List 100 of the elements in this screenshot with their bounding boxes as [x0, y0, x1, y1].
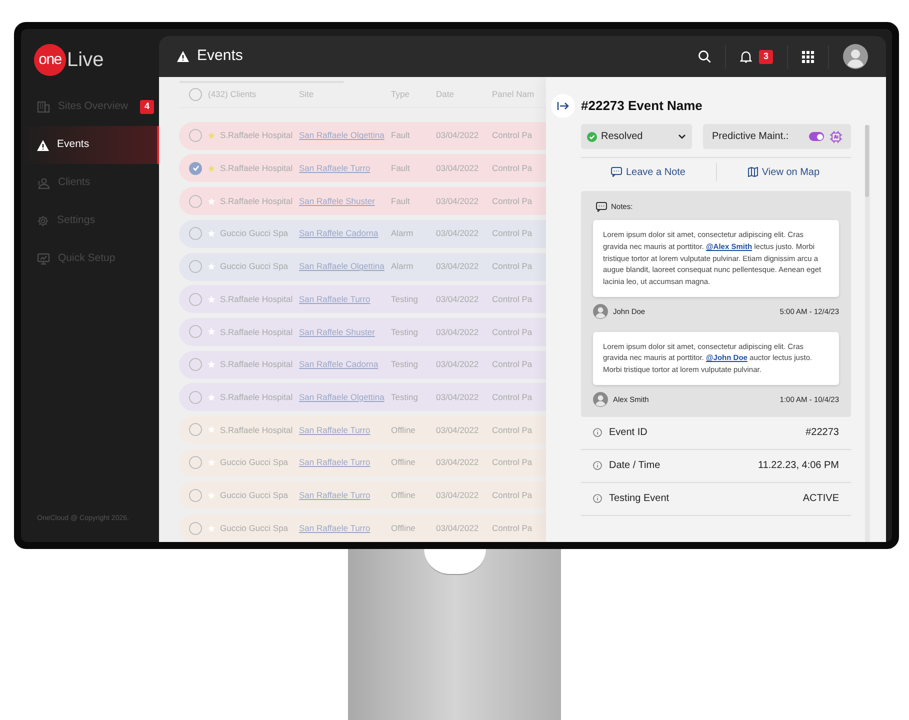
- table-cell-text: 03/04/2022: [436, 456, 480, 469]
- table-cell: Control Pa: [492, 358, 532, 371]
- detail-value: ACTIVE: [802, 492, 839, 506]
- table-row[interactable]: S.Raffaele Hospital San Raffaele Turro Fault 03/04/2022 Control Pa: [179, 154, 546, 182]
- table-row[interactable]: Guccio Gucci Spa San Raffaele Turro Offline 03/04/2022 Control Pa: [179, 514, 546, 542]
- table-cell: Control Pa: [492, 129, 532, 142]
- table-cell: Control Pa: [492, 162, 532, 175]
- site-link[interactable]: San Raffaele Turro: [299, 292, 391, 306]
- site-link[interactable]: San Raffaele Turro: [299, 456, 391, 469]
- checkbox[interactable]: [189, 227, 202, 240]
- action-link[interactable]: View on Map: [748, 164, 820, 180]
- table-row[interactable]: S.Raffaele Hospital San Raffaele Turro Offline 03/04/2022 Control Pa: [179, 416, 546, 444]
- column-header: (432) Clients: [208, 88, 258, 102]
- table-cell-text: S.Raffaele Hospital: [220, 129, 294, 142]
- checkbox[interactable]: [189, 522, 202, 534]
- site-link[interactable]: San Raffaele Turro: [299, 424, 391, 436]
- table-cell: Control Pa: [492, 260, 532, 273]
- table-cell-text: 03/04/2022: [436, 129, 480, 142]
- detail-value: #22273: [806, 426, 839, 440]
- checkbox[interactable]: [189, 129, 202, 142]
- info-icon: [593, 494, 602, 504]
- monitor-icon: [37, 253, 50, 265]
- site-link[interactable]: San Raffaele Turro: [299, 522, 391, 534]
- table-row[interactable]: Guccio Gucci Spa San Raffaele Turro Offline 03/04/2022 Control Pa: [179, 481, 546, 510]
- table-row[interactable]: Guccio Gucci Spa San Raffele Cadorna Alarm 03/04/2022 Control Pa: [179, 220, 546, 248]
- table-row[interactable]: Guccio Gucci Spa San Raffaele Olgettina Alarm 03/04/2022 Control Pa: [179, 252, 546, 280]
- table-cell-text: 03/04/2022: [436, 162, 480, 175]
- table-cell: Control Pa: [492, 227, 532, 240]
- site-link[interactable]: San Raffele Shuster: [299, 326, 391, 338]
- site-link[interactable]: San Raffaele Olgettina: [299, 390, 391, 404]
- checkbox[interactable]: [189, 194, 202, 208]
- table-row[interactable]: S.Raffaele Hospital San Raffaele Turro Testing 03/04/2022 Control Pa: [179, 285, 546, 314]
- table-cell-text: Guccio Gucci Spa: [220, 488, 290, 502]
- table-row[interactable]: S.Raffaele Hospital San Raffaele Olgettina Testing 03/04/2022 Control Pa: [179, 383, 546, 412]
- avatar-icon: [593, 392, 608, 407]
- table-cell: Control Pa: [492, 424, 532, 436]
- site-link[interactable]: San Raffele Cadorna: [299, 358, 391, 371]
- status-dropdown[interactable]: Resolved: [581, 124, 692, 149]
- arrow-to-right-icon: [557, 101, 569, 111]
- table-row[interactable]: S.Raffaele Hospital San Raffele Shuster Testing 03/04/2022 Control Pa: [179, 318, 546, 346]
- table-cell: Control Pa: [492, 522, 532, 534]
- checkbox[interactable]: [189, 423, 202, 436]
- table-cell-text: S.Raffaele Hospital: [220, 292, 294, 306]
- table-cell-text: 03/04/2022: [436, 194, 480, 208]
- column-header: Site: [299, 88, 315, 102]
- warning-icon: [177, 51, 189, 62]
- table-cell-text: Guccio Gucci Spa: [220, 260, 290, 273]
- table-row[interactable]: S.Raffaele Hospital San Raffele Cadorna Testing 03/04/2022 Control Pa: [179, 350, 546, 379]
- check-icon: [192, 164, 200, 172]
- action-link[interactable]: Leave a Note: [611, 164, 686, 180]
- table-row[interactable]: Guccio Gucci Spa San Raffaele Turro Offline 03/04/2022 Control Pa: [179, 448, 546, 477]
- site-link[interactable]: San Raffaele Olgettina: [299, 260, 391, 273]
- checkbox[interactable]: [189, 456, 202, 470]
- table-cell: Control Pa: [492, 194, 532, 208]
- logo-mark: one: [34, 44, 66, 76]
- gear-icon: [37, 215, 49, 227]
- table-row[interactable]: S.Raffaele Hospital San Raffaele Olgettina Fault 03/04/2022 Control Pa: [179, 122, 546, 150]
- toggle-label: Predictive Maint.:: [712, 130, 790, 144]
- building-icon: [37, 101, 50, 113]
- table-cell-text: Fault: [391, 129, 411, 142]
- table-cell-text: Alarm: [391, 260, 414, 273]
- detail-label: Event ID: [609, 426, 648, 440]
- detail-label: Testing Event: [609, 492, 670, 506]
- checkbox[interactable]: [189, 88, 202, 102]
- grid-icon: [802, 50, 814, 62]
- checkbox[interactable]: [189, 390, 202, 404]
- checkbox[interactable]: [189, 260, 202, 273]
- table-cell-text: Testing: [391, 390, 419, 404]
- count-badge: 4: [140, 100, 154, 114]
- site-link[interactable]: San Raffele Shuster: [299, 194, 391, 208]
- scrollbar[interactable]: [865, 125, 870, 542]
- table-cell-text: Offline: [391, 488, 416, 502]
- search-icon: [698, 50, 711, 63]
- notification-badge: 3: [759, 50, 773, 64]
- table-cell-text: Alarm: [391, 227, 414, 240]
- expand-button[interactable]: [551, 94, 575, 118]
- checkbox[interactable]: [189, 292, 202, 306]
- checkbox[interactable]: [189, 325, 202, 338]
- table-cell-text: 03/04/2022: [436, 522, 480, 534]
- table-cell-text: Offline: [391, 456, 416, 469]
- site-link[interactable]: San Raffele Cadorna: [299, 227, 391, 240]
- checkbox[interactable]: [189, 162, 202, 175]
- site-link[interactable]: San Raffaele Turro: [299, 162, 391, 175]
- checkbox[interactable]: [189, 488, 202, 502]
- map-icon: [748, 167, 758, 177]
- site-link[interactable]: San Raffaele Olgettina: [299, 129, 391, 142]
- table-cell-text: 03/04/2022: [436, 326, 480, 338]
- table-cell-text: Offline: [391, 522, 416, 534]
- checkbox[interactable]: [189, 358, 202, 372]
- table-cell-text: Fault: [391, 162, 411, 175]
- info-icon: [593, 461, 602, 470]
- site-link[interactable]: San Raffaele Turro: [299, 488, 391, 502]
- table-row[interactable]: S.Raffaele Hospital San Raffele Shuster Fault 03/04/2022 Control Pa: [179, 187, 546, 216]
- column-header: Date: [436, 88, 455, 102]
- table-cell-text: S.Raffaele Hospital: [220, 194, 294, 208]
- speech-bubble-icon: [596, 202, 607, 212]
- table-cell: Control Pa: [492, 456, 532, 469]
- table-cell-text: Testing: [391, 292, 419, 306]
- people-icon: [37, 178, 50, 188]
- toggle-switch[interactable]: [809, 132, 824, 141]
